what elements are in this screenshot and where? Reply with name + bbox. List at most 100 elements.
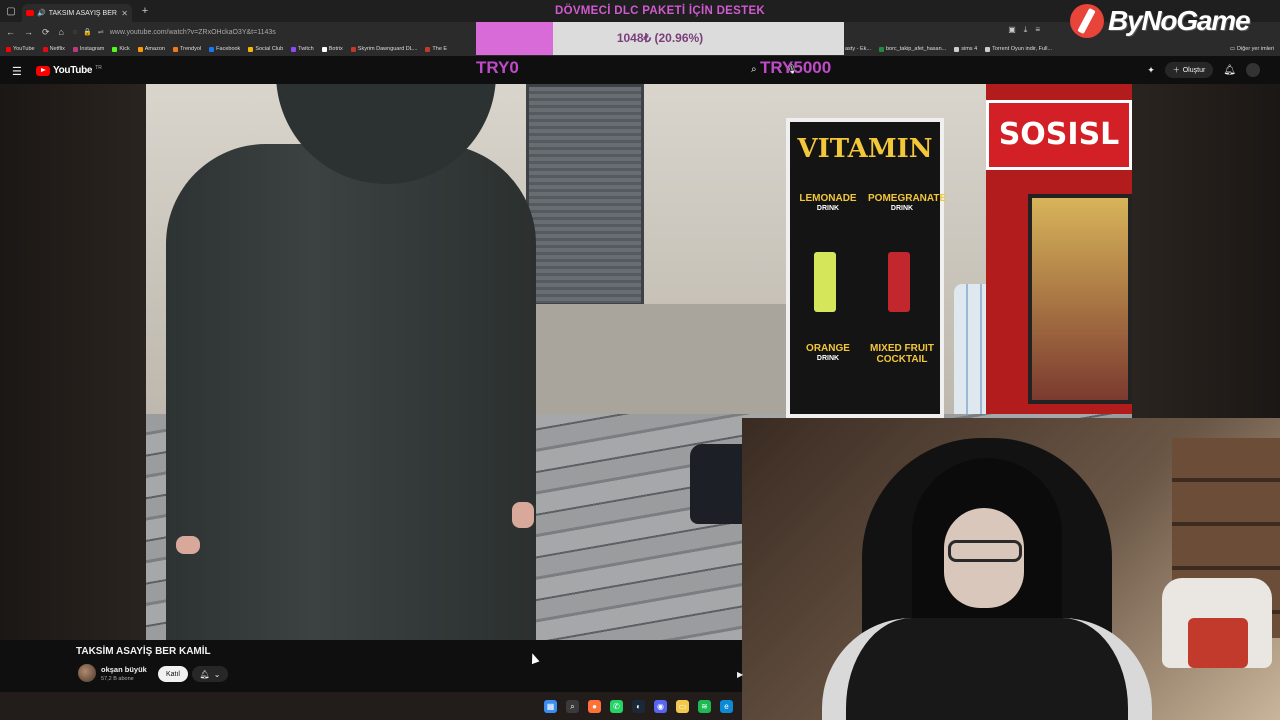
- video-fridge-door: [1028, 194, 1132, 404]
- bookmark-item[interactable]: Instagram: [72, 46, 105, 52]
- back-icon[interactable]: ←: [6, 27, 15, 37]
- webcam-streamer-glasses: [948, 540, 1022, 562]
- steam-icon[interactable]: ◐: [632, 700, 645, 713]
- bookmark-favicon-icon: [954, 46, 960, 52]
- lock-icon[interactable]: 🔒: [83, 28, 92, 36]
- channel-avatar[interactable]: [78, 664, 96, 682]
- bookmark-item[interactable]: Trendyol: [172, 46, 202, 52]
- stall-item-label: POMEGRANATE: [868, 193, 947, 204]
- channel-name[interactable]: okşan büyük: [101, 665, 147, 674]
- downloads-icon[interactable]: ⤓: [1024, 25, 1028, 35]
- search-icon[interactable]: ⌕: [751, 64, 757, 75]
- firefox-icon[interactable]: ●: [588, 700, 601, 713]
- youtube-header-actions: ✦ ＋ Oluştur 🔔︎: [1147, 62, 1260, 78]
- bookmark-label: sims 4: [961, 46, 978, 52]
- youtube-logo[interactable]: YouTube TR: [36, 65, 102, 76]
- bookmark-item[interactable]: sims 4: [954, 46, 977, 52]
- video-hand-right: [512, 502, 534, 528]
- browser-tab-active[interactable]: 🔊 TAKSİM ASAYİŞ BER KAMİL ✕: [22, 4, 132, 22]
- bookmark-label: Instagram: [79, 46, 105, 52]
- subscriber-count: 57,2 B abone: [101, 676, 134, 682]
- bynogame-wordmark: ByNoGame: [1108, 5, 1251, 36]
- donation-progress-track: 1048₺ (20.96%): [476, 22, 844, 55]
- nav-toolbar-right: ▣ ⤓ ≡: [1008, 25, 1040, 35]
- extensions-icon[interactable]: ▣: [1008, 25, 1016, 35]
- region-code: TR: [95, 64, 102, 71]
- bookmark-item[interactable]: Facebook: [209, 46, 240, 52]
- other-bookmarks-label[interactable]: Diğer yer imleri: [1237, 46, 1274, 52]
- forward-icon[interactable]: →: [24, 27, 33, 37]
- youtube-header: ☰ YouTube TR ⌕ 🎙 ✦ ＋ Oluştur 🔔︎: [0, 56, 1280, 84]
- stall-title: VITAMIN: [797, 134, 933, 164]
- bookmark-item[interactable]: Skyrim Dawnguard DL...: [350, 46, 417, 52]
- account-avatar[interactable]: [1246, 63, 1260, 77]
- audio-icon: 🔊: [37, 10, 46, 17]
- chevron-right-icon[interactable]: ▶: [737, 670, 743, 679]
- webcam-streamer-body: [822, 618, 1152, 720]
- screen: ▢ 🔊 TAKSİM ASAYİŞ BER KAMİL ✕ + ← → ⟳ ⌂ …: [0, 0, 1280, 720]
- donation-goal-max: TRY5000: [760, 58, 832, 77]
- stall-item-sub: DRINK: [890, 204, 914, 212]
- create-button[interactable]: ＋ Oluştur: [1164, 62, 1214, 78]
- file-explorer-icon[interactable]: ▭: [676, 700, 689, 713]
- youtube-favicon-icon: [26, 10, 34, 16]
- url-text[interactable]: www.youtube.com/watch?v=ZRxOHckaO3Y&t=11…: [110, 29, 276, 36]
- bookmark-label: Trendyol: [179, 46, 202, 52]
- bookmark-item[interactable]: YouTube: [6, 46, 35, 52]
- bookmark-item[interactable]: Torrent Oyun indir, Full...: [985, 46, 1052, 52]
- stall-item-label: ORANGE: [806, 343, 850, 354]
- video-vitamin-stall: VITAMIN LEMONADE DRINK POMEGRANATE DRINK…: [786, 118, 947, 418]
- bookmark-item[interactable]: Twitch: [291, 46, 314, 52]
- stall-item-mixed: MIXED FRUIT COCKTAIL: [868, 343, 936, 365]
- new-tab-icon[interactable]: +: [136, 5, 154, 17]
- bookmark-label: YouTube: [13, 46, 35, 52]
- page-settings-icon[interactable]: ⇌: [98, 28, 104, 36]
- bookmark-label: Torrent Oyun indir, Full...: [992, 46, 1053, 52]
- join-button[interactable]: Katıl: [158, 666, 188, 682]
- hamburger-menu-icon[interactable]: ☰: [12, 65, 22, 78]
- bookmark-item[interactable]: Kick: [112, 46, 130, 52]
- notifications-bell-icon[interactable]: 🔔︎: [1223, 65, 1236, 76]
- taskbar-icons: ▦ ⌕ ● ✆ ◐ ◉ ▭ ≋ e: [544, 700, 733, 713]
- stall-item-orange: ORANGE DRINK: [794, 343, 862, 362]
- bookmark-label: Twitch: [298, 46, 314, 52]
- youtube-wordmark: YouTube: [53, 65, 93, 76]
- stall-item-sub: DRINK: [816, 204, 840, 212]
- bookmark-label: Netflix: [49, 46, 65, 52]
- bookmark-item[interactable]: Amazon: [137, 46, 165, 52]
- video-info: TAKSİM ASAYİŞ BER KAMİL okşan büyük 57,2…: [0, 640, 742, 692]
- pomegranate-glass: [888, 252, 910, 312]
- spotify-icon[interactable]: ≋: [698, 700, 711, 713]
- bookmark-favicon-icon: [321, 46, 327, 52]
- bookmark-item[interactable]: borc_takip_afet_hasan...: [878, 46, 946, 52]
- bookmark-item[interactable]: The E: [425, 46, 447, 52]
- discord-icon[interactable]: ◉: [654, 700, 667, 713]
- bookmark-item[interactable]: Netflix: [42, 46, 65, 52]
- bookmark-favicon-icon: [172, 46, 178, 52]
- bookmark-item[interactable]: Social Club: [248, 46, 283, 52]
- bookmark-favicon-icon: [137, 46, 143, 52]
- menu-icon[interactable]: ≡: [1035, 25, 1040, 35]
- windows-start-icon[interactable]: ▦: [544, 700, 557, 713]
- webcam-pet-house-door: [1188, 618, 1248, 668]
- donation-goal-widget: DÖVMECİ DLC PAKETİ İÇİN DESTEK 1048₺ (20…: [476, 0, 844, 56]
- subscription-bell-button[interactable]: 🔔︎ ⌄: [192, 666, 228, 682]
- bookmark-label: Social Club: [255, 46, 284, 52]
- shield-icon[interactable]: ◌: [73, 29, 77, 36]
- search-icon[interactable]: ⌕: [566, 700, 579, 713]
- edge-icon[interactable]: e: [720, 700, 733, 713]
- whatsapp-icon[interactable]: ✆: [610, 700, 623, 713]
- home-icon[interactable]: ⌂: [59, 27, 64, 37]
- bookmark-favicon-icon: [878, 46, 884, 52]
- video-title: TAKSİM ASAYİŞ BER KAMİL: [76, 646, 211, 657]
- tab-close-icon[interactable]: ✕: [121, 9, 128, 18]
- bookmark-label: Facebook: [216, 46, 241, 52]
- tab-menu-icon[interactable]: ▢: [0, 0, 22, 22]
- sparkle-icon[interactable]: ✦: [1147, 65, 1155, 76]
- bookmark-item[interactable]: Botrix: [321, 46, 343, 52]
- reload-icon[interactable]: ⟳: [42, 27, 50, 38]
- donation-title: DÖVMECİ DLC PAKETİ İÇİN DESTEK: [476, 0, 844, 22]
- address-bar[interactable]: ◌ 🔒 ⇌ www.youtube.com/watch?v=ZRxOHckaO3…: [73, 24, 503, 40]
- other-bookmarks[interactable]: ▭ Diğer yer imleri: [1230, 42, 1274, 56]
- bookmark-favicon-icon: [248, 46, 254, 52]
